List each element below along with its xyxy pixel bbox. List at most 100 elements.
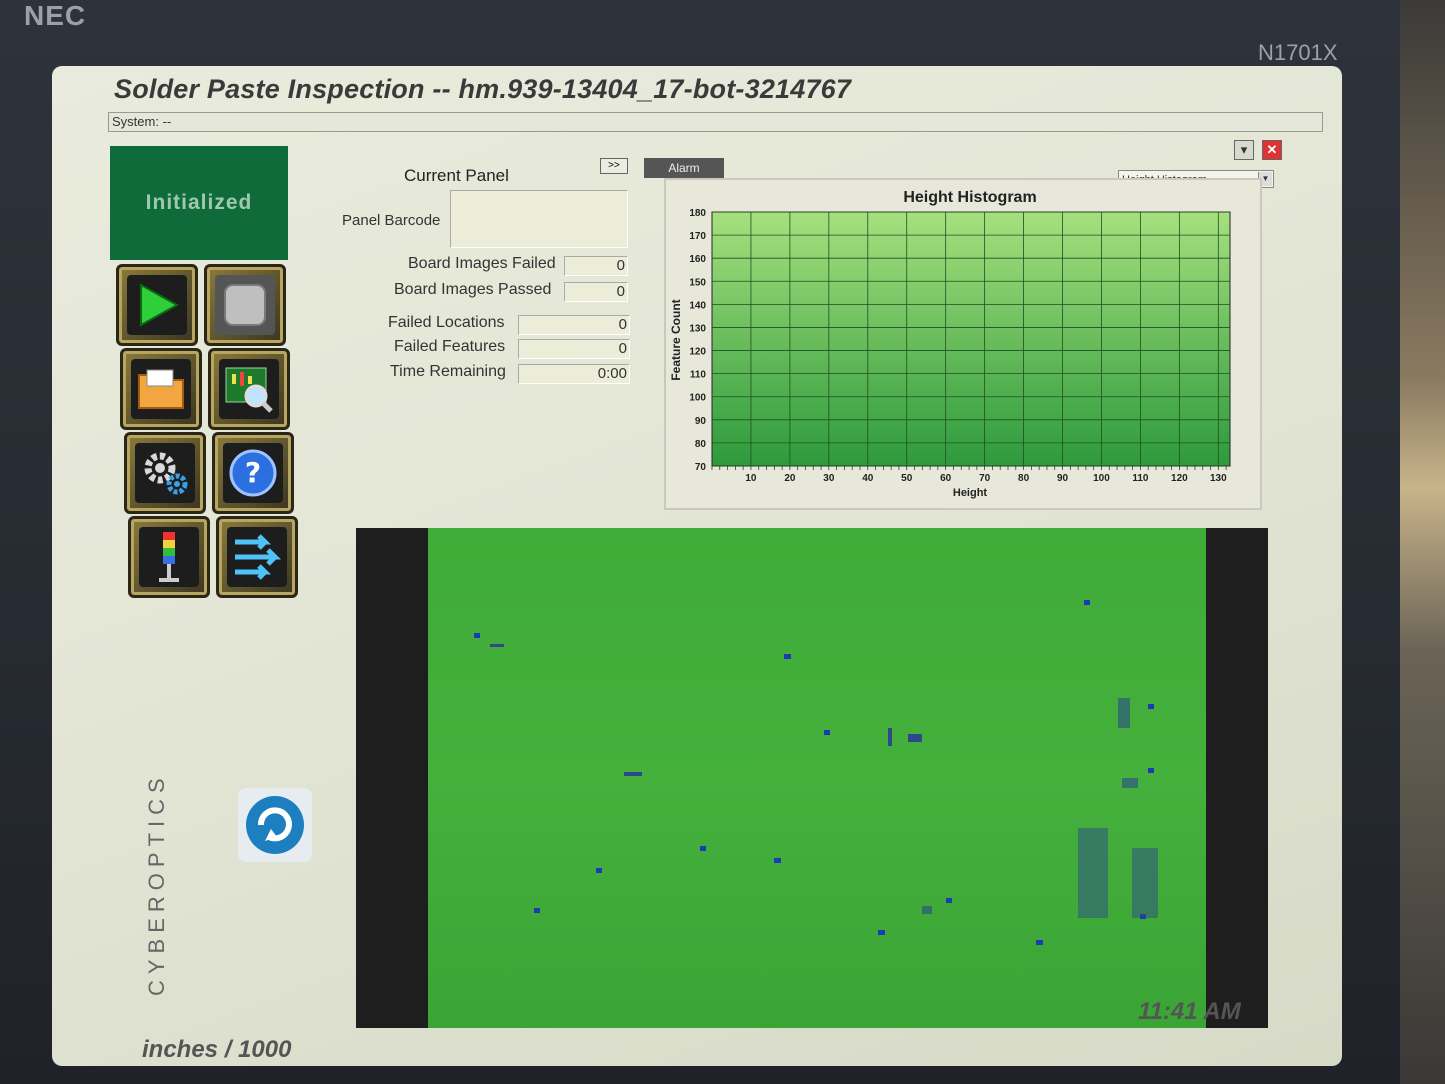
x-tick-label: 20 — [784, 473, 796, 484]
x-tick-label: 40 — [862, 473, 874, 484]
x-tick-label: 110 — [1132, 473, 1149, 484]
close-icon[interactable]: ✕ — [1262, 140, 1282, 160]
solder-cluster — [888, 728, 892, 746]
stop-button[interactable] — [204, 264, 286, 346]
x-tick-label: 120 — [1171, 473, 1188, 484]
solder-cluster — [490, 644, 504, 647]
help-icon: ? — [229, 449, 277, 497]
x-tick-label: 90 — [1057, 473, 1069, 484]
monitor-model: N1701X — [1258, 40, 1338, 65]
panel-barcode-field — [450, 190, 628, 248]
y-tick-label: 170 — [689, 231, 706, 242]
tab-alarm[interactable]: Alarm — [644, 158, 724, 178]
refresh-button[interactable] — [238, 788, 312, 862]
minimize-icon[interactable]: ▾ — [1234, 140, 1254, 160]
stop-icon — [224, 284, 266, 326]
board-images-passed-label: Board Images Passed — [394, 281, 552, 298]
x-tick-label: 130 — [1210, 473, 1227, 484]
y-tick-label: 70 — [695, 462, 707, 473]
inspect-view-button[interactable] — [208, 348, 290, 430]
height-histogram-panel: Height Histogram 70 80 90 100 110 120 130 140 15… — [664, 178, 1262, 510]
y-tick-label: 120 — [689, 347, 706, 358]
y-axis-label: Feature Count — [669, 299, 683, 380]
svg-text:?: ? — [245, 456, 261, 489]
folder-icon — [138, 369, 184, 409]
panel-barcode-label: Panel Barcode — [342, 212, 441, 229]
board-images-failed-label: Board Images Failed — [408, 255, 556, 272]
system-status-bar: System: -- — [108, 112, 1323, 132]
y-tick-label: 130 — [689, 323, 706, 334]
time-remaining-label: Time Remaining — [390, 363, 506, 380]
y-tick-label: 90 — [695, 416, 707, 427]
y-tick-label: 150 — [689, 277, 706, 288]
solder-pad — [878, 930, 885, 935]
background-scene — [1400, 0, 1445, 1084]
magnifier-board-icon — [225, 367, 273, 413]
height-histogram-chart: Height Histogram 70 80 90 100 110 120 130 140 15… — [669, 189, 1231, 499]
solder-pad — [700, 846, 706, 851]
solder-cluster — [624, 772, 642, 776]
y-tick-label: 180 — [689, 208, 706, 219]
y-tick-label: 160 — [689, 254, 706, 265]
chart-title: Height Histogram — [903, 189, 1036, 206]
solder-cluster — [908, 734, 922, 742]
units-label: inches / 1000 — [142, 1036, 292, 1063]
y-tick-label: 110 — [690, 370, 707, 381]
solder-pad — [534, 908, 540, 913]
x-axis-label: Height — [953, 487, 988, 499]
run-button[interactable] — [116, 264, 198, 346]
x-tick-label: 100 — [1093, 473, 1110, 484]
board-image — [428, 528, 1206, 1028]
refresh-icon — [246, 796, 304, 854]
solder-pad — [946, 898, 952, 903]
failed-locations-label: Failed Locations — [388, 314, 505, 331]
light-tower-button[interactable] — [128, 516, 210, 598]
status-indicator: Initialized — [110, 146, 288, 260]
window-title: Solder Paste Inspection -- hm.939-13404_… — [114, 74, 852, 104]
x-tick-label: 80 — [1018, 473, 1030, 484]
settings-button[interactable] — [124, 432, 206, 514]
gears-icon — [144, 452, 188, 495]
current-panel-heading: Current Panel — [404, 166, 509, 185]
board-image-view[interactable] — [356, 528, 1268, 1028]
solder-cluster — [1122, 778, 1138, 788]
play-icon — [140, 283, 180, 327]
solder-pad — [1148, 768, 1154, 773]
light-tower-icon — [159, 532, 179, 582]
y-tick-label: 80 — [695, 439, 707, 450]
open-button[interactable] — [120, 348, 202, 430]
transfer-button[interactable] — [216, 516, 298, 598]
solder-pad — [474, 633, 480, 638]
app-window: Solder Paste Inspection -- hm.939-13404_… — [52, 66, 1342, 1066]
clock: 11:41 AM — [1138, 998, 1241, 1025]
failed-features-label: Failed Features — [394, 338, 506, 355]
solder-cluster — [1132, 848, 1158, 918]
monitor-brand: NEC — [24, 0, 87, 31]
solder-pad — [784, 654, 791, 659]
board-images-failed-value: 0 — [564, 256, 628, 276]
board-images-passed-value: 0 — [564, 282, 628, 302]
failed-locations-value: 0 — [518, 315, 630, 335]
y-tick-label: 100 — [689, 393, 706, 404]
solder-pad — [824, 730, 830, 735]
solder-pad — [1036, 940, 1043, 945]
solder-cluster — [1118, 698, 1130, 728]
x-tick-label: 60 — [940, 473, 952, 484]
svg-text:CYBEROPTICS: CYBEROPTICS — [144, 772, 169, 996]
help-button[interactable]: ? — [212, 432, 294, 514]
time-remaining-value: 0:00 — [518, 364, 630, 384]
x-tick-label: 50 — [901, 473, 913, 484]
solder-cluster — [922, 906, 932, 914]
x-tick-label: 70 — [979, 473, 991, 484]
solder-pad — [1084, 600, 1090, 605]
failed-features-value: 0 — [518, 339, 630, 359]
expand-button[interactable]: >> — [600, 158, 628, 174]
solder-pad — [774, 858, 781, 863]
x-tick-label: 30 — [823, 473, 835, 484]
solder-cluster — [1078, 828, 1108, 918]
y-tick-label: 140 — [689, 300, 706, 311]
solder-pad — [596, 868, 602, 873]
cyberoptics-logo: CYBEROPTICS — [144, 772, 169, 996]
solder-pad — [1148, 704, 1154, 709]
arrows-right-icon — [235, 534, 282, 580]
